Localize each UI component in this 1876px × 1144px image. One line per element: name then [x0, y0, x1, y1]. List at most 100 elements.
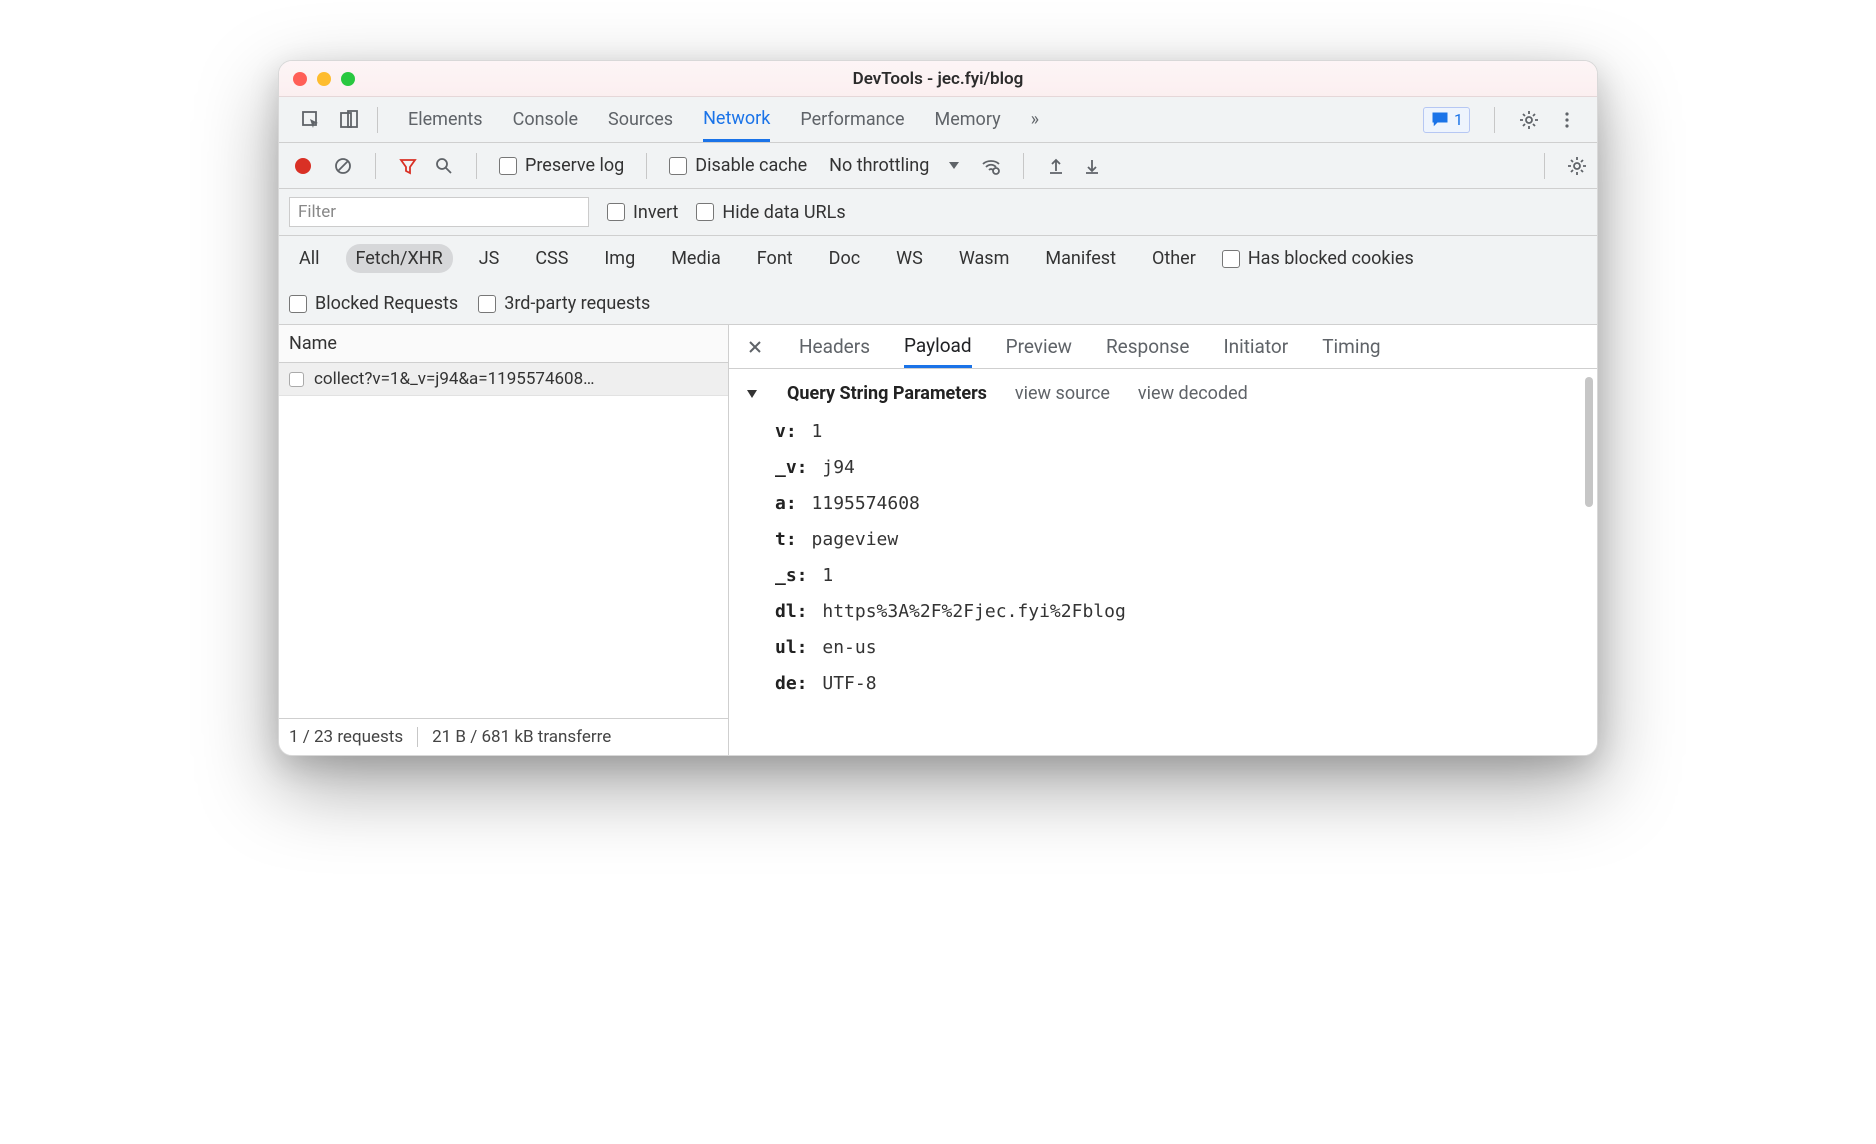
divider — [417, 727, 418, 747]
type-js[interactable]: JS — [469, 244, 510, 273]
tab-console[interactable]: Console — [513, 97, 578, 142]
transfer-size: 21 B / 681 kB transferre — [432, 727, 611, 747]
divider — [375, 153, 376, 179]
detail-tab-timing[interactable]: Timing — [1322, 325, 1380, 368]
tab-performance[interactable]: Performance — [800, 97, 904, 142]
type-other[interactable]: Other — [1142, 244, 1206, 273]
type-css[interactable]: CSS — [525, 244, 578, 273]
divider — [646, 153, 647, 179]
tab-sources[interactable]: Sources — [608, 97, 673, 142]
close-detail-icon[interactable] — [745, 337, 765, 357]
checkbox-icon — [1222, 250, 1240, 268]
request-row[interactable]: collect?v=1&_v=j94&a=1195574608… — [279, 363, 728, 396]
type-media[interactable]: Media — [661, 244, 731, 273]
request-list[interactable]: collect?v=1&_v=j94&a=1195574608… — [279, 363, 728, 718]
type-ws[interactable]: WS — [886, 244, 933, 273]
type-all[interactable]: All — [289, 244, 330, 273]
query-param-row: de: UTF-8 — [775, 666, 1579, 702]
device-toolbar-icon[interactable] — [339, 110, 359, 130]
divider — [1023, 153, 1024, 179]
type-doc[interactable]: Doc — [819, 244, 871, 273]
param-key: _s: — [775, 565, 808, 586]
divider — [377, 107, 378, 133]
section-title: Query String Parameters — [787, 383, 987, 404]
checkbox-icon — [289, 295, 307, 313]
settings-icon[interactable] — [1519, 110, 1539, 130]
clear-button[interactable] — [333, 156, 353, 176]
payload-body[interactable]: Query String Parameters view source view… — [729, 369, 1597, 755]
chevron-down-icon — [949, 162, 959, 169]
type-fetch-xhr[interactable]: Fetch/XHR — [346, 244, 453, 273]
type-font[interactable]: Font — [747, 244, 803, 273]
tab-memory[interactable]: Memory — [935, 97, 1001, 142]
has-blocked-cookies-checkbox[interactable]: Has blocked cookies — [1222, 248, 1414, 269]
inspect-element-icon[interactable] — [301, 110, 321, 130]
param-value: UTF-8 — [812, 673, 877, 694]
request-name: collect?v=1&_v=j94&a=1195574608… — [314, 369, 595, 389]
window-title: DevTools - jec.fyi/blog — [279, 69, 1597, 89]
query-param-row: t: pageview — [775, 522, 1579, 558]
query-param-row: a: 1195574608 — [775, 486, 1579, 522]
param-key: _v: — [775, 457, 808, 478]
console-messages-badge[interactable]: 1 — [1423, 107, 1470, 133]
record-button[interactable] — [295, 158, 311, 174]
filter-toggle-icon[interactable] — [398, 156, 418, 176]
network-conditions-icon[interactable] — [981, 156, 1001, 176]
request-list-pane: Name collect?v=1&_v=j94&a=1195574608… 1 … — [279, 325, 729, 755]
export-har-icon[interactable] — [1082, 156, 1102, 176]
detail-tab-preview[interactable]: Preview — [1006, 325, 1072, 368]
disclosure-triangle-icon — [747, 390, 757, 398]
message-icon — [1430, 110, 1450, 130]
titlebar: DevTools - jec.fyi/blog — [279, 61, 1597, 97]
third-party-checkbox[interactable]: 3rd-party requests — [478, 293, 650, 314]
checkbox-icon — [669, 157, 687, 175]
preserve-log-checkbox[interactable]: Preserve log — [499, 155, 624, 176]
detail-tab-initiator[interactable]: Initiator — [1223, 325, 1288, 368]
type-manifest[interactable]: Manifest — [1035, 244, 1126, 273]
hide-data-urls-checkbox[interactable]: Hide data URLs — [696, 202, 845, 223]
tab-overflow[interactable]: » — [1031, 97, 1039, 142]
detail-tab-response[interactable]: Response — [1106, 325, 1189, 368]
view-source-link[interactable]: view source — [1015, 383, 1110, 404]
third-party-label: 3rd-party requests — [504, 293, 650, 314]
view-decoded-link[interactable]: view decoded — [1138, 383, 1248, 404]
param-key: ul: — [775, 637, 808, 658]
hide-data-urls-label: Hide data URLs — [722, 202, 845, 223]
search-icon[interactable] — [434, 156, 454, 176]
panel-tabs: Elements Console Sources Network Perform… — [408, 97, 1039, 142]
throttling-value: No throttling — [829, 155, 929, 176]
param-value: j94 — [812, 457, 855, 478]
network-settings-icon[interactable] — [1567, 156, 1587, 176]
invert-checkbox[interactable]: Invert — [607, 202, 678, 223]
more-menu-icon[interactable] — [1557, 110, 1577, 130]
divider — [1494, 107, 1495, 133]
scrollbar-thumb[interactable] — [1585, 377, 1593, 507]
blocked-requests-label: Blocked Requests — [315, 293, 458, 314]
param-key: v: — [775, 421, 797, 442]
resource-type-filters: All Fetch/XHR JS CSS Img Media Font Doc … — [279, 236, 1597, 325]
param-key: a: — [775, 493, 797, 514]
file-icon — [289, 372, 304, 387]
blocked-requests-checkbox[interactable]: Blocked Requests — [289, 293, 458, 314]
type-img[interactable]: Img — [594, 244, 645, 273]
param-value: 1 — [812, 565, 834, 586]
disable-cache-label: Disable cache — [695, 155, 807, 176]
disable-cache-checkbox[interactable]: Disable cache — [669, 155, 807, 176]
request-detail-pane: Headers Payload Preview Response Initiat… — [729, 325, 1597, 755]
detail-tab-payload[interactable]: Payload — [904, 325, 972, 368]
filter-input[interactable]: Filter — [289, 197, 589, 227]
throttling-select[interactable]: No throttling — [823, 155, 965, 176]
type-wasm[interactable]: Wasm — [949, 244, 1020, 273]
payload-section-header[interactable]: Query String Parameters view source view… — [747, 383, 1579, 404]
import-har-icon[interactable] — [1046, 156, 1066, 176]
detail-tab-headers[interactable]: Headers — [799, 325, 870, 368]
query-param-row: dl: https%3A%2F%2Fjec.fyi%2Fblog — [775, 594, 1579, 630]
tab-network[interactable]: Network — [703, 97, 770, 142]
param-key: de: — [775, 673, 808, 694]
name-column-header[interactable]: Name — [279, 325, 728, 363]
query-param-row: _s: 1 — [775, 558, 1579, 594]
param-value: en-us — [812, 637, 877, 658]
tab-elements[interactable]: Elements — [408, 97, 483, 142]
param-value: 1 — [801, 421, 823, 442]
devtools-window: DevTools - jec.fyi/blog Elements Console… — [278, 60, 1598, 756]
